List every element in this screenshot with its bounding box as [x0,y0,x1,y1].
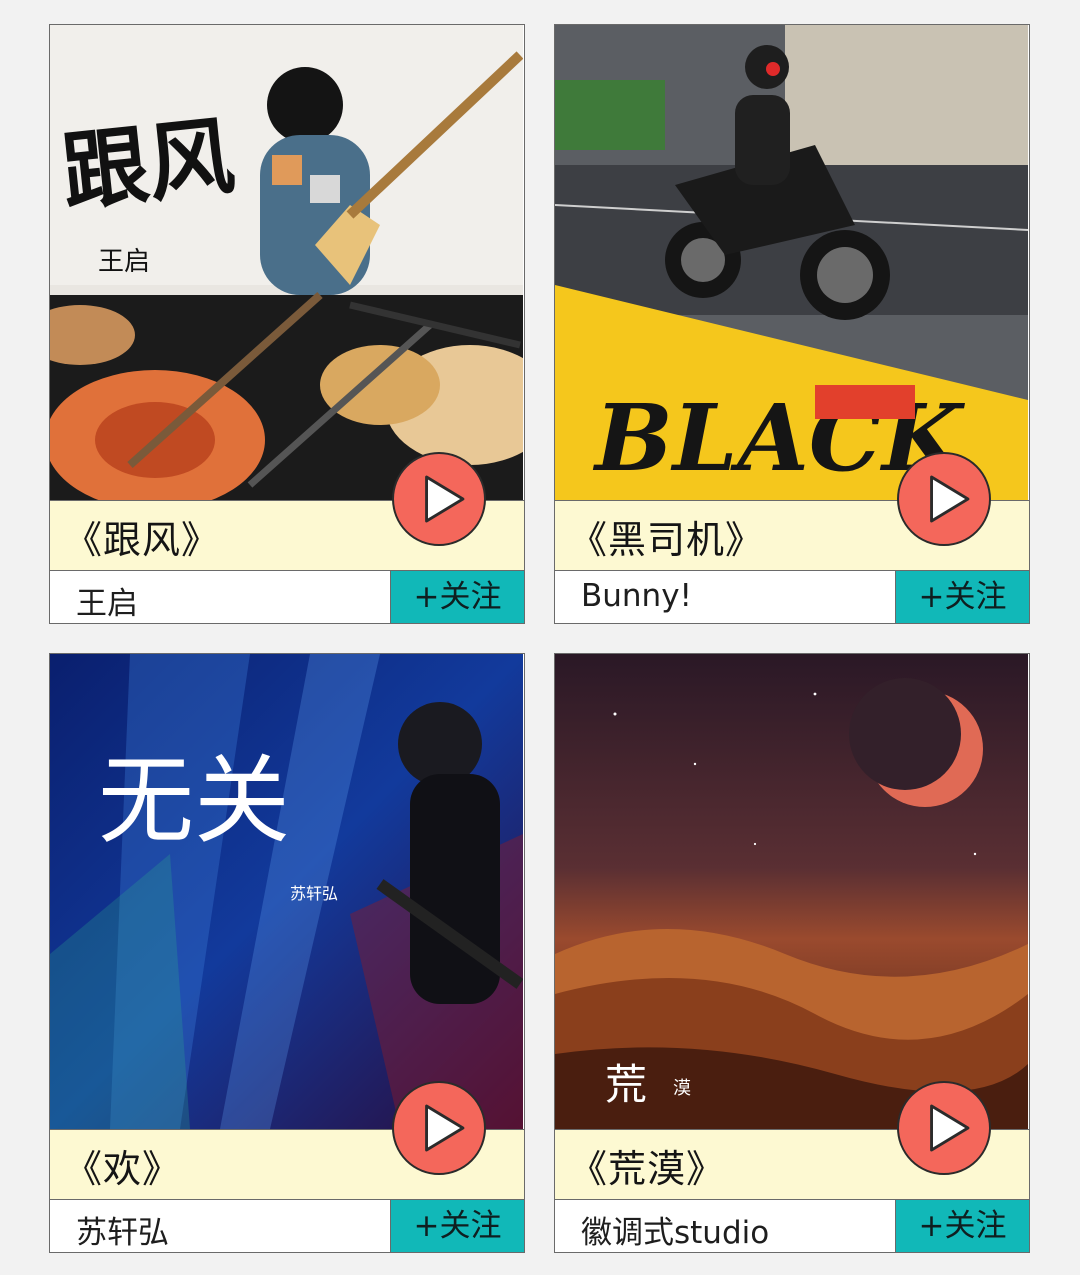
song-title: 《黑司机》 [569,518,765,562]
play-button[interactable] [897,1081,991,1175]
album-cover[interactable]: 跟风 王启 [50,25,523,500]
cover-title-art: 无关 [98,745,290,857]
artist-row: Bunny! +关注 [555,571,1029,623]
artist-name[interactable]: 王启 [76,578,138,623]
play-icon [425,1104,465,1152]
cover-image: 无关 苏轩弘 [50,654,523,1129]
cover-artist-art: 王启 [98,247,150,277]
album-cover[interactable]: BLACK [555,25,1028,500]
play-button[interactable] [392,452,486,546]
cover-title-art-small: 漠 [673,1078,691,1099]
cover-title-art: 跟风 [57,105,239,223]
song-title: 《跟风》 [64,518,221,562]
album-cover[interactable]: 荒 漠 [555,654,1028,1129]
follow-button[interactable]: +关注 [390,571,524,623]
play-icon [930,1104,970,1152]
song-card[interactable]: 无关 苏轩弘 《欢》 苏轩弘 +关注 [49,653,525,1253]
artist-row: 徽调式studio +关注 [555,1200,1029,1252]
artist-name[interactable]: 徽调式studio [581,1207,769,1252]
cover-image: BLACK [555,25,1028,500]
play-button[interactable] [897,452,991,546]
play-button[interactable] [392,1081,486,1175]
follow-button[interactable]: +关注 [895,1200,1029,1252]
song-card[interactable]: 跟风 王启 《跟风》 王启 +关注 [49,24,525,624]
follow-button[interactable]: +关注 [390,1200,524,1252]
album-cover[interactable]: 无关 苏轩弘 [50,654,523,1129]
cover-title-art: 荒 [605,1060,647,1109]
play-icon [930,475,970,523]
artist-row: 王启 +关注 [50,571,524,623]
song-card[interactable]: BLACK 《黑司机》 Bunny! +关注 [554,24,1030,624]
cover-artist-art: 苏轩弘 [290,884,338,903]
song-card[interactable]: 荒 漠 《荒漠》 徽调式studio +关注 [554,653,1030,1253]
artist-row: 苏轩弘 +关注 [50,1200,524,1252]
artist-name[interactable]: 苏轩弘 [76,1207,169,1252]
song-title: 《荒漠》 [569,1147,726,1191]
artist-name[interactable]: Bunny! [581,578,692,614]
cover-image: 跟风 王启 [50,25,523,500]
play-icon [425,475,465,523]
follow-button[interactable]: +关注 [895,571,1029,623]
cover-image: 荒 漠 [555,654,1028,1129]
song-title: 《欢》 [64,1147,182,1191]
